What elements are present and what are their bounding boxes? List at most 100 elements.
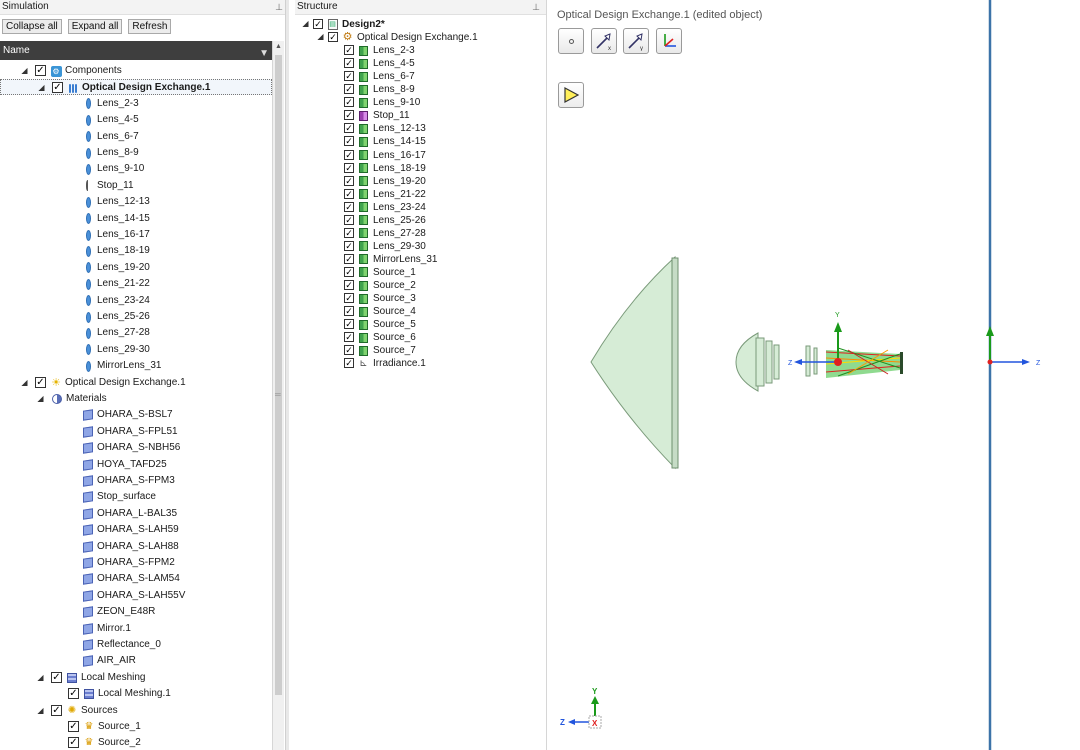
simulation-tree-item[interactable]: OHARA_S-FPL51 [0,424,272,440]
simulation-tree-item[interactable]: ◢ Materials [0,391,272,407]
simulation-tree-item[interactable]: Lens_29-30 [0,342,272,358]
expand-all-button[interactable]: Expand all [67,19,123,34]
tree-checkbox[interactable]: ✓ [344,45,354,56]
scroll-up-icon[interactable]: ▲ [275,43,282,50]
simulation-tree-item[interactable]: Lens_23-24 [0,293,272,309]
lens-icon [82,163,94,175]
tree-checkbox[interactable]: ✓ [344,214,354,225]
simulation-tree-item[interactable]: OHARA_S-FPM2 [0,555,272,571]
simulation-tree-item[interactable]: Stop_surface [0,489,272,505]
tree-expander-icon[interactable]: ◢ [37,83,46,92]
pin-icon[interactable]: ⊥ [532,0,540,14]
tree-expander-icon[interactable]: ◢ [36,394,45,403]
tree-checkbox[interactable]: ✓ [313,19,323,29]
simulation-tree-item[interactable]: Lens_2-3 [0,96,272,112]
tree-checkbox[interactable]: ✓ [344,123,354,134]
tree-checkbox[interactable]: ✓ [344,84,354,95]
tree-checkbox[interactable]: ✓ [51,671,62,683]
tree-expander-icon[interactable]: ◢ [301,19,310,28]
simulation-tree-item[interactable]: OHARA_S-LAM54 [0,571,272,587]
simulation-tree-item[interactable]: ◢ ✓ ⚙ Components [0,63,272,79]
tree-checkbox[interactable]: ✓ [344,58,354,69]
tree-expander-icon[interactable]: ◢ [36,673,45,682]
simulation-tree-item[interactable]: Lens_25-26 [0,309,272,325]
tree-checkbox[interactable]: ✓ [344,266,354,277]
tree-checkbox[interactable]: ✓ [35,65,46,76]
tree-checkbox[interactable]: ✓ [344,201,354,212]
tree-checkbox[interactable]: ✓ [344,162,354,173]
simulation-tree-item[interactable]: ◢ ✓ ☀ Optical Design Exchange.1 [0,375,272,391]
orientation-triad[interactable]: Y Z X [560,687,602,729]
simulation-tree-item[interactable]: Lens_12-13 [0,194,272,210]
tree-checkbox[interactable]: ✓ [344,293,354,304]
tree-expander-icon[interactable]: ◢ [316,32,325,41]
simulation-tree-item[interactable]: Lens_18-19 [0,243,272,259]
simulation-scrollbar[interactable]: ▲ ═ [272,41,284,750]
tree-expander-icon[interactable]: ◢ [20,66,29,75]
simulation-tree-item[interactable]: ◢ ✓ ✺ Sources [0,703,272,719]
simulation-tree-item[interactable]: HOYA_TAFD25 [0,457,272,473]
collapse-all-button[interactable]: Collapse all [2,19,62,34]
tree-checkbox[interactable]: ✓ [344,71,354,82]
simulation-tree-item[interactable]: OHARA_S-NBH56 [0,440,272,456]
simulation-tree-item[interactable]: Reflectance_0 [0,637,272,653]
tree-checkbox[interactable]: ✓ [35,376,46,388]
simulation-tree-item[interactable]: MirrorLens_31 [0,358,272,374]
tree-item-label: Lens_8-9 [373,84,415,96]
tree-checkbox[interactable]: ✓ [344,110,354,121]
simulation-tree-item[interactable]: OHARA_S-LAH88 [0,539,272,555]
tree-item-label: OHARA_L-BAL35 [97,507,178,519]
tree-checkbox[interactable]: ✓ [344,319,354,330]
simulation-tree-item[interactable]: ✓ ♛ Source_1 [0,719,272,735]
tree-checkbox[interactable]: ✓ [52,82,63,94]
tree-checkbox[interactable]: ✓ [344,240,354,251]
simulation-tree-item[interactable]: Lens_14-15 [0,211,272,227]
tree-checkbox[interactable]: ✓ [344,253,354,264]
tree-checkbox[interactable]: ✓ [344,345,354,356]
tree-checkbox[interactable]: ✓ [344,188,354,199]
tree-expander-icon[interactable]: ◢ [36,706,45,715]
simulation-tree-item[interactable]: ◢ ✓ Optical Design Exchange.1 [0,79,272,96]
tree-checkbox[interactable]: ✓ [344,332,354,343]
simulation-tree-item[interactable]: ✓ Local Meshing.1 [0,686,272,702]
simulation-tree-item[interactable]: OHARA_L-BAL35 [0,506,272,522]
filter-icon[interactable]: ▼ [259,44,269,63]
tree-checkbox[interactable]: ✓ [344,227,354,238]
tree-checkbox[interactable]: ✓ [68,688,79,700]
simulation-tree-item[interactable]: Lens_6-7 [0,129,272,145]
simulation-tree-item[interactable]: AIR_AIR [0,653,272,669]
tree-checkbox[interactable]: ✓ [68,737,79,749]
3d-viewport[interactable]: Optical Design Exchange.1 (edited object… [548,0,1080,750]
simulation-tree-item[interactable]: Lens_16-17 [0,227,272,243]
simulation-tree-item[interactable]: Lens_27-28 [0,325,272,341]
tree-checkbox[interactable]: ✓ [344,306,354,317]
tree-checkbox[interactable]: ✓ [344,97,354,108]
tree-expander-icon[interactable]: ◢ [20,378,29,387]
simulation-tree-item[interactable]: Lens_21-22 [0,276,272,292]
tree-checkbox[interactable]: ✓ [344,280,354,290]
simulation-tree-item[interactable]: Lens_9-10 [0,161,272,177]
simulation-tree-item[interactable]: ✓ ♛ Source_2 [0,735,272,750]
tree-checkbox[interactable]: ✓ [344,358,354,369]
tree-checkbox[interactable]: ✓ [328,32,338,43]
tree-checkbox[interactable]: ✓ [344,175,354,186]
simulation-tree-item[interactable]: ZEON_E48R [0,604,272,620]
simulation-tree-item[interactable]: Stop_11 [0,178,272,194]
simulation-tree-item[interactable]: OHARA_S-FPM3 [0,473,272,489]
tree-checkbox[interactable]: ✓ [344,149,354,160]
refresh-button[interactable]: Refresh [128,19,172,34]
simulation-tree-item[interactable]: Lens_8-9 [0,145,272,161]
tree-checkbox[interactable]: ✓ [68,721,79,732]
simulation-tree-item[interactable]: OHARA_S-BSL7 [0,407,272,423]
scrollbar-thumb[interactable] [275,55,282,695]
tree-checkbox[interactable]: ✓ [51,704,62,716]
tree-checkbox[interactable]: ✓ [344,136,354,147]
simulation-tree-item[interactable]: Lens_19-20 [0,260,272,276]
name-column-header[interactable]: Name ▼ [0,41,272,60]
simulation-tree-item[interactable]: ◢ ✓ Local Meshing [0,670,272,686]
simulation-tree-item[interactable]: OHARA_S-LAH59 [0,522,272,538]
simulation-tree-item[interactable]: OHARA_S-LAH55V [0,588,272,604]
simulation-tree-item[interactable]: Mirror.1 [0,621,272,637]
pin-icon[interactable]: ⊥ [275,0,283,14]
simulation-tree-item[interactable]: Lens_4-5 [0,112,272,128]
